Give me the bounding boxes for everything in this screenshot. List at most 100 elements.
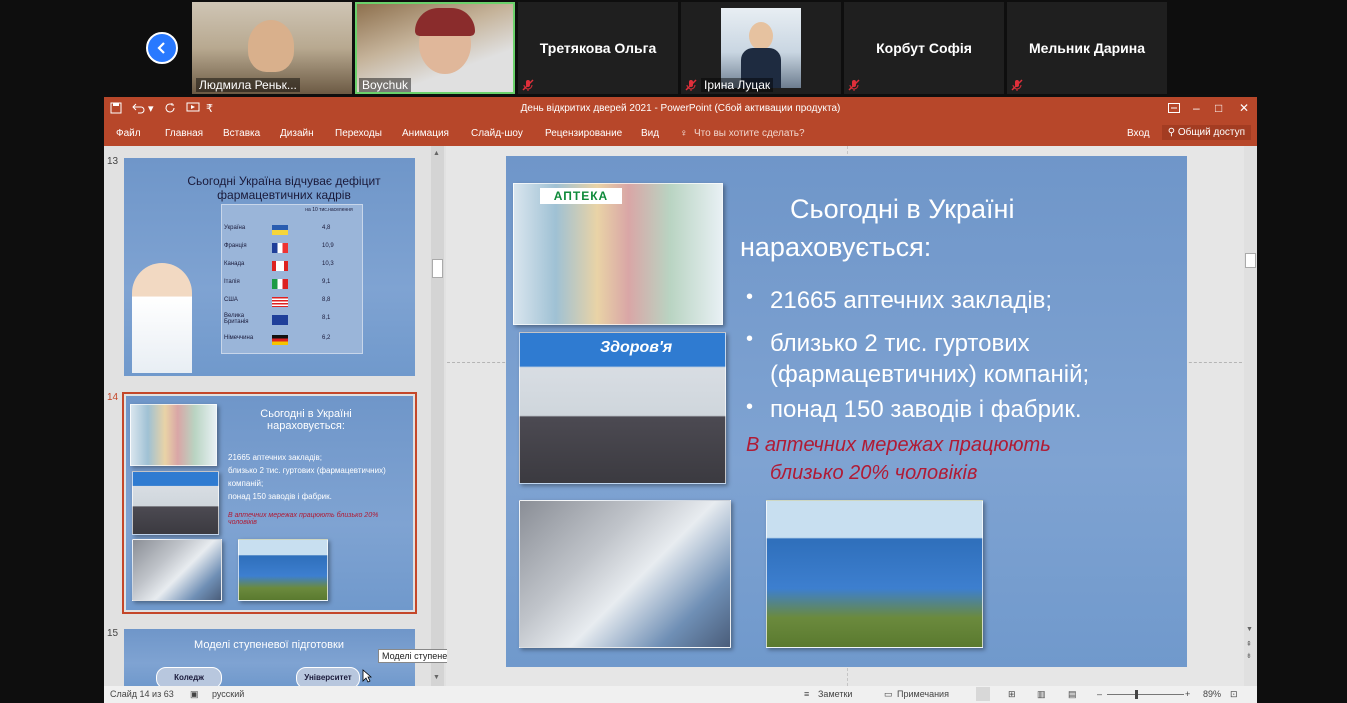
slide-title[interactable]: Сьогодні в Україні нараховується: [740,190,1160,266]
share-button[interactable]: ⚲ Общий доступ [1161,125,1251,140]
participant-name: Мельник Дарина [1028,40,1146,56]
tab-review[interactable]: Рецензирование [545,128,622,139]
table-cell: 6,2 [322,335,331,341]
sign-in-link[interactable]: Вход [1127,128,1150,139]
current-slide[interactable]: АПТЕКА Здоров'я Сьогодні в Україні нарах… [506,156,1187,667]
thumbnails-scrollbar[interactable]: ▲ ▼ [431,146,444,686]
participant-tile[interactable]: Мельник Дарина [1007,2,1167,94]
tab-view[interactable]: Вид [641,128,659,139]
deficit-table: на 10 тис.населення Україна 4,8 Франція … [221,204,363,354]
lightbulb-icon[interactable]: ♀ [680,128,688,139]
zoom-in-icon[interactable]: + [1185,689,1190,699]
participant-video-hair [415,8,475,36]
scroll-down-icon[interactable]: ▼ [1246,626,1253,633]
notes-icon[interactable]: ≡ [804,689,809,699]
participant-tile-active[interactable]: Boychuk [355,2,515,94]
bullet-item: 21665 аптечних закладів; [228,453,323,462]
previous-slide-icon[interactable]: ⇞ [1246,640,1252,648]
bullet-item[interactable]: понад 150 заводів і фабрик. [770,396,1082,424]
tab-insert[interactable]: Вставка [223,128,260,139]
table-cell: 10,9 [322,243,334,249]
scroll-thumb[interactable] [1245,253,1256,268]
mouse-cursor-icon [362,669,372,683]
pharmacy-photo: АПТЕКА [513,183,723,325]
bullet-icon: • [746,396,754,418]
table-row: Канада [224,261,245,267]
tab-transitions[interactable]: Переходы [335,128,382,139]
next-slide-icon[interactable]: ⇟ [1246,652,1252,660]
zoom-out-icon[interactable]: – [1097,689,1102,699]
slide-thumbnail-14-selected[interactable]: Сьогодні в Україні нараховується: 21665 … [122,392,417,614]
slide-editor[interactable]: АПТЕКА Здоров'я Сьогодні в Україні нарах… [447,146,1257,686]
spellcheck-icon[interactable]: ▣ [190,689,199,700]
slide-thumbnail-14: Сьогодні в Україні нараховується: 21665 … [126,396,413,610]
comments-button[interactable]: Примечания [897,689,949,699]
scroll-up-icon[interactable]: ▲ [433,150,440,157]
flag-canada-icon [272,261,288,271]
company-photo: Здоров'я [519,332,726,484]
tab-home[interactable]: Главная [165,128,203,139]
fit-slide-icon[interactable]: ⊡ [1230,689,1238,700]
editor-scrollbar[interactable]: ▼ ⇞ ⇟ [1244,146,1257,686]
table-cell: 4,8 [322,225,331,231]
participant-tile[interactable]: Третякова Ольга [518,2,678,94]
zoom-slider[interactable] [1107,694,1184,695]
reading-view-icon[interactable]: ▥ [1037,689,1046,700]
slide-thumbnails-pane[interactable]: 13 Сьогодні Україна відчуває дефіцит фар… [104,146,446,686]
slideshow-icon[interactable]: ▤ [1068,689,1077,700]
participant-video-face [749,22,773,50]
factory-photo [519,500,731,648]
table-row: Франція [224,243,247,249]
bullet-item[interactable]: близько 2 тис. гуртових (фармацевтичних)… [770,328,1150,390]
table-cell: 8,8 [322,297,331,303]
ribbon-display-options-icon[interactable] [1168,103,1180,113]
zoom-level[interactable]: 89% [1203,689,1221,699]
notes-button[interactable]: Заметки [818,689,852,699]
slide-number: 13 [107,156,119,167]
comments-icon[interactable]: ▭ [884,689,893,700]
pharmacy-photo [130,404,217,466]
slide-thumbnail-13[interactable]: Сьогодні Україна відчуває дефіцит фармац… [124,158,415,376]
company-photo [132,471,219,535]
scroll-down-icon[interactable]: ▼ [433,674,440,681]
scroll-thumb[interactable] [432,259,443,278]
back-arrow-button[interactable] [146,32,178,64]
slide-number: 15 [107,628,119,639]
flag-germany-icon [272,335,288,345]
maximize-icon[interactable]: □ [1215,101,1222,115]
company-sign: Здоров'я [600,339,673,356]
participant-name: Ірина Луцак [701,78,774,92]
tab-file[interactable]: Файл [116,128,141,139]
tab-animations[interactable]: Анимация [402,128,449,139]
participant-tile[interactable]: Корбут Софія [844,2,1004,94]
thumb-note: В аптечних мережах працюють близько 20% … [228,512,379,526]
slide-indicator[interactable]: Слайд 14 из 63 [110,689,174,699]
table-cell: 9,1 [322,279,331,285]
slide-sorter-icon[interactable]: ⊞ [1008,689,1016,700]
table-row: Велика Британія [224,313,249,325]
table-header: на 10 тис.населення [305,207,353,213]
tab-slideshow[interactable]: Слайд-шоу [471,128,523,139]
note-line[interactable]: близько 20% чоловіків [770,462,977,485]
participant-name: Третякова Ольга [539,40,657,56]
participant-tile[interactable]: Ірина Луцак [681,2,841,94]
tell-me-search[interactable]: Что вы хотите сделать? [694,128,805,139]
mic-muted-icon [1011,79,1023,91]
language-indicator[interactable]: русский [212,689,244,699]
tab-design[interactable]: Дизайн [280,128,314,139]
flag-italy-icon [272,279,288,289]
minimize-icon[interactable]: – [1193,101,1200,115]
participant-name: Людмила Реньк... [196,78,300,92]
status-bar: Слайд 14 из 63 ▣ русский ≡ Заметки ▭ При… [104,686,1257,703]
participant-tile[interactable]: Людмила Реньк... [192,2,352,94]
note-line[interactable]: В аптечних мережах працюють [746,434,1051,457]
thumb-title: Сьогодні Україна відчуває дефіцит фармац… [187,174,381,202]
normal-view-icon[interactable] [976,687,990,701]
close-icon[interactable]: ✕ [1239,101,1249,115]
chevron-left-icon [157,42,165,54]
mic-muted-icon [685,79,697,91]
table-row: Німеччина [224,335,254,341]
bullet-item[interactable]: 21665 аптечних закладів; [770,287,1052,315]
ribbon-tabs: Файл Главная Вставка Дизайн Переходы Ани… [104,122,1257,146]
zoom-slider-thumb[interactable] [1135,690,1138,699]
